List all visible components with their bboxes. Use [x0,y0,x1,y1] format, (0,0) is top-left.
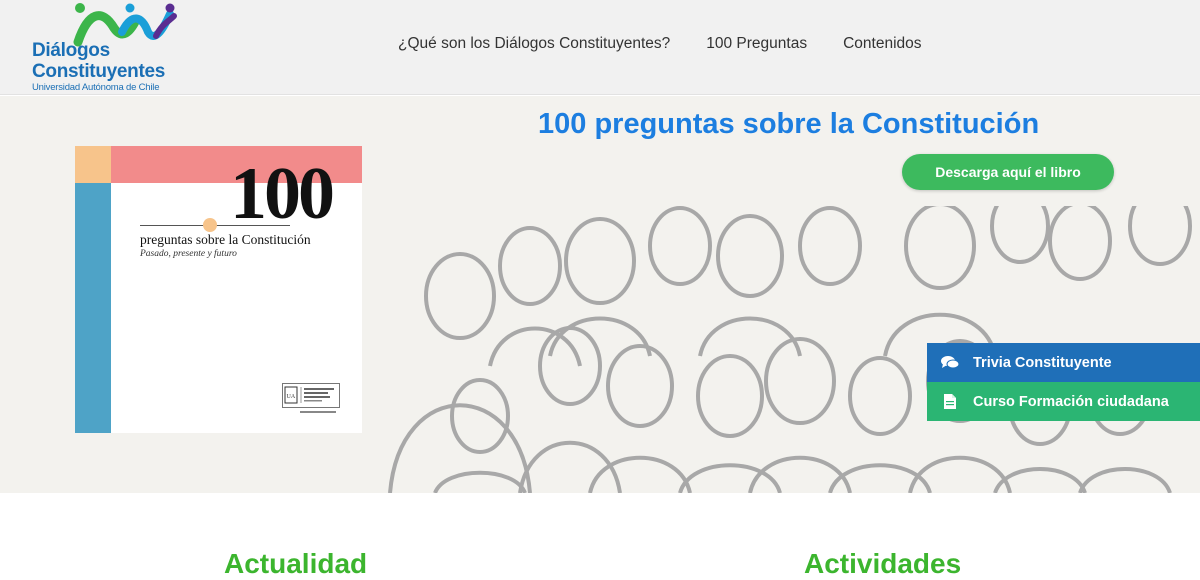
book-cover[interactable]: 100 preguntas sobre la Constitución Pasa… [75,146,362,433]
cover-dot [203,218,217,232]
nav-item-100-preguntas[interactable]: 100 Preguntas [706,35,807,53]
cover-block-blue [75,183,111,433]
trivia-label: Trivia Constituyente [973,354,1112,371]
section-title-actividades: Actividades [804,548,962,579]
download-book-button[interactable]: Descarga aquí el libro [902,154,1114,190]
university-seal-icon: UA [282,383,340,413]
site-logo[interactable]: Diálogos Constituyentes Universidad Autó… [30,2,190,94]
logo-subtitle: Universidad Autónoma de Chile [32,82,160,93]
main-nav: ¿Qué son los Diálogos Constituyentes? 10… [398,35,958,53]
cover-number: 100 [230,153,335,235]
cover-block-peach [75,146,111,183]
trivia-constituyente-button[interactable]: Trivia Constituyente [927,343,1200,382]
logo-title: Diálogos Constituyentes [32,40,165,82]
nav-item-contenidos[interactable]: Contenidos [843,35,921,53]
svg-text:UA: UA [287,394,296,400]
curso-formacion-button[interactable]: Curso Formación ciudadana [927,382,1200,421]
cover-subtitle: Pasado, presente y futuro [140,249,237,259]
document-icon [927,394,973,409]
section-title-actualidad: Actualidad [224,548,368,579]
logo-title-line2: Constituyentes [32,61,166,82]
hero-banner: 100 preguntas sobre la Constitución Pasa… [0,96,1200,493]
curso-label: Curso Formación ciudadana [973,393,1169,410]
nav-item-que-son[interactable]: ¿Qué son los Diálogos Constituyentes? [398,35,670,53]
logo-title-line1: Diálogos [32,40,110,61]
site-header: Diálogos Constituyentes Universidad Autó… [0,0,1200,95]
chat-icon [927,355,973,370]
hero-title: 100 preguntas sobre la Constitución [538,108,1040,140]
cover-title: preguntas sobre la Constitución [140,232,311,247]
